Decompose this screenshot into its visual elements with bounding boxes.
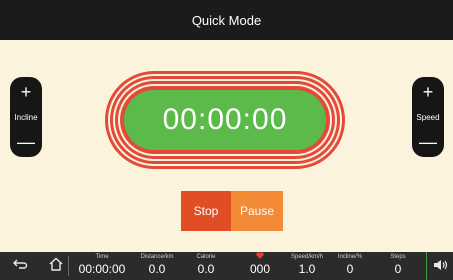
page-title: Quick Mode <box>191 12 262 28</box>
distance-metric: Distance/km 0.0 <box>134 252 180 280</box>
incline-control: + Incline — <box>10 77 42 157</box>
incline-plus-button[interactable]: + <box>21 83 32 101</box>
title-bar: Quick Mode <box>0 0 453 40</box>
steps-label: Steps <box>390 254 406 260</box>
volume-button[interactable] <box>426 252 453 280</box>
speed-label: Speed <box>416 112 440 122</box>
speed-plus-button[interactable]: + <box>423 83 434 101</box>
speed-metric-value: 1.0 <box>298 262 316 276</box>
heart-icon <box>242 252 278 261</box>
incline-label: Incline <box>14 112 38 122</box>
speed-minus-button[interactable]: — <box>419 133 437 151</box>
status-bar: Time 00:00:00 Distance/km 0.0 Calorie 0.… <box>0 252 453 280</box>
elapsed-timer: 00:00:00 <box>162 103 288 136</box>
incline-metric-value: 0 <box>346 262 354 276</box>
calorie-label: Calorie <box>196 254 216 260</box>
time-label: Time <box>95 254 109 260</box>
distance-label: Distance/km <box>140 254 174 260</box>
calorie-metric: Calorie 0.0 <box>188 252 224 280</box>
time-metric: Time 00:00:00 <box>72 252 132 280</box>
divider <box>68 256 69 276</box>
pause-button[interactable]: Pause <box>231 191 283 231</box>
stop-button[interactable]: Stop <box>181 191 231 231</box>
time-value: 00:00:00 <box>78 262 126 276</box>
heart-rate-metric: 000 <box>242 252 278 280</box>
calorie-value: 0.0 <box>197 262 215 276</box>
distance-value: 0.0 <box>148 262 166 276</box>
heart-rate-value: 000 <box>249 262 271 276</box>
speed-control: + Speed — <box>412 77 444 157</box>
back-arrow-icon[interactable] <box>12 256 28 276</box>
steps-value: 0 <box>394 262 402 276</box>
speed-metric-label: Speed/km/h <box>290 254 324 260</box>
volume-icon <box>433 258 449 275</box>
incline-minus-button[interactable]: — <box>17 133 35 151</box>
running-track: 00:00:00 <box>104 70 346 170</box>
incline-metric: Incline/% 0 <box>330 252 370 280</box>
home-icon[interactable] <box>48 256 64 276</box>
speed-metric: Speed/km/h 1.0 <box>286 252 328 280</box>
steps-metric: Steps 0 <box>380 252 416 280</box>
incline-metric-label: Incline/% <box>337 254 363 260</box>
